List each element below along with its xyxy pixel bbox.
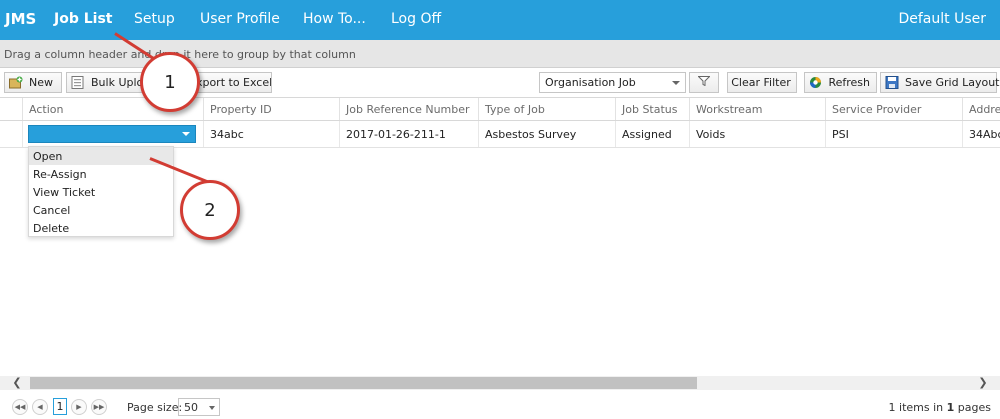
- scroll-left-icon[interactable]: ❮: [10, 376, 24, 390]
- prev-page-icon[interactable]: ◀: [32, 399, 48, 415]
- last-page-icon[interactable]: ▶▶: [91, 399, 107, 415]
- callout-1: 1: [140, 52, 200, 112]
- horizontal-scrollbar[interactable]: ❮ ❯: [0, 376, 1000, 390]
- new-record-icon: [9, 76, 23, 89]
- action-option-open[interactable]: Open: [29, 147, 173, 165]
- pages-text: pages: [957, 401, 991, 414]
- filter-button[interactable]: [689, 72, 719, 93]
- save-grid-layout-label: Save Grid Layout: [905, 76, 1000, 89]
- action-option-re-assign[interactable]: Re-Assign: [29, 165, 173, 183]
- new-button[interactable]: New: [4, 72, 62, 93]
- action-option-view-ticket[interactable]: View Ticket: [29, 183, 173, 201]
- first-page-icon[interactable]: ◀◀: [12, 399, 28, 415]
- chevron-down-icon: [209, 406, 215, 410]
- column-header-type-of-job[interactable]: Type of Job: [478, 98, 615, 120]
- cell-job-status: Assigned: [615, 121, 689, 147]
- scroll-right-icon[interactable]: ❯: [976, 376, 990, 390]
- nav-log-off[interactable]: Log Off: [391, 11, 441, 27]
- column-header-job-reference[interactable]: Job Reference Number: [339, 98, 478, 120]
- chevron-down-icon: [672, 81, 680, 85]
- save-icon: [885, 76, 899, 89]
- cell-property-id: 34abc: [203, 121, 339, 147]
- cell-job-reference: 2017-01-26-211-1: [339, 121, 478, 147]
- nav-how-to[interactable]: How To...: [303, 11, 366, 27]
- page-size-value: 50: [184, 401, 198, 414]
- header-spacer: [0, 98, 22, 120]
- column-header-service-provider[interactable]: Service Provider: [825, 98, 962, 120]
- clear-filter-button[interactable]: Clear Filter: [727, 72, 797, 93]
- pager: ◀◀ ◀ 1 ▶ ▶▶ Page size: 50 1 items in 1 p…: [0, 393, 1000, 419]
- action-option-delete[interactable]: Delete: [29, 219, 173, 237]
- page-size-select[interactable]: 50: [178, 398, 220, 416]
- nav-job-list[interactable]: Job List: [54, 11, 112, 27]
- next-page-icon[interactable]: ▶: [71, 399, 87, 415]
- column-header-workstream[interactable]: Workstream: [689, 98, 825, 120]
- column-header-property-id[interactable]: Property ID: [203, 98, 339, 120]
- column-header-job-status[interactable]: Job Status: [615, 98, 689, 120]
- app-brand[interactable]: JMS: [5, 10, 36, 28]
- current-page[interactable]: 1: [53, 398, 67, 415]
- view-select[interactable]: Organisation Job: [539, 72, 686, 93]
- nav-setup[interactable]: Setup: [134, 11, 175, 27]
- clear-filter-label: Clear Filter: [731, 76, 791, 89]
- top-nav-bar: JMS Job List Setup User Profile How To..…: [0, 0, 1000, 40]
- view-select-value: Organisation Job: [545, 76, 636, 89]
- scrollbar-thumb[interactable]: [30, 377, 697, 389]
- filter-icon: [697, 76, 711, 89]
- refresh-icon: [809, 76, 822, 89]
- cell-address: 34Abc,: [962, 121, 1000, 147]
- save-grid-layout-button[interactable]: Save Grid Layout: [880, 72, 1000, 93]
- cell-service-provider: PSI: [825, 121, 962, 147]
- refresh-label: Refresh: [828, 76, 870, 89]
- pager-info: 1 items in 1 pages: [889, 401, 991, 414]
- cell-workstream: Voids: [689, 121, 825, 147]
- action-option-cancel[interactable]: Cancel: [29, 201, 173, 219]
- column-header-address[interactable]: Address: [962, 98, 1000, 120]
- nav-user-profile[interactable]: User Profile: [200, 11, 280, 27]
- current-user[interactable]: Default User: [898, 11, 986, 27]
- spreadsheet-icon: [71, 76, 85, 89]
- refresh-button[interactable]: Refresh: [804, 72, 877, 93]
- items-count: 1: [888, 401, 896, 414]
- new-button-label: New: [29, 76, 53, 89]
- callout-2: 2: [180, 180, 240, 240]
- pages-count: 1: [946, 401, 955, 414]
- items-text: items in: [899, 401, 944, 414]
- page-size-label: Page size:: [127, 401, 183, 414]
- chevron-down-icon: [182, 132, 190, 136]
- action-dropdown[interactable]: [28, 125, 196, 143]
- cell-type-of-job: Asbestos Survey: [478, 121, 615, 147]
- row-spacer: [0, 121, 22, 147]
- export-excel-label: Export to Excel: [189, 76, 272, 89]
- table-row[interactable]: 34abc 2017-01-26-211-1 Asbestos Survey A…: [0, 121, 1000, 148]
